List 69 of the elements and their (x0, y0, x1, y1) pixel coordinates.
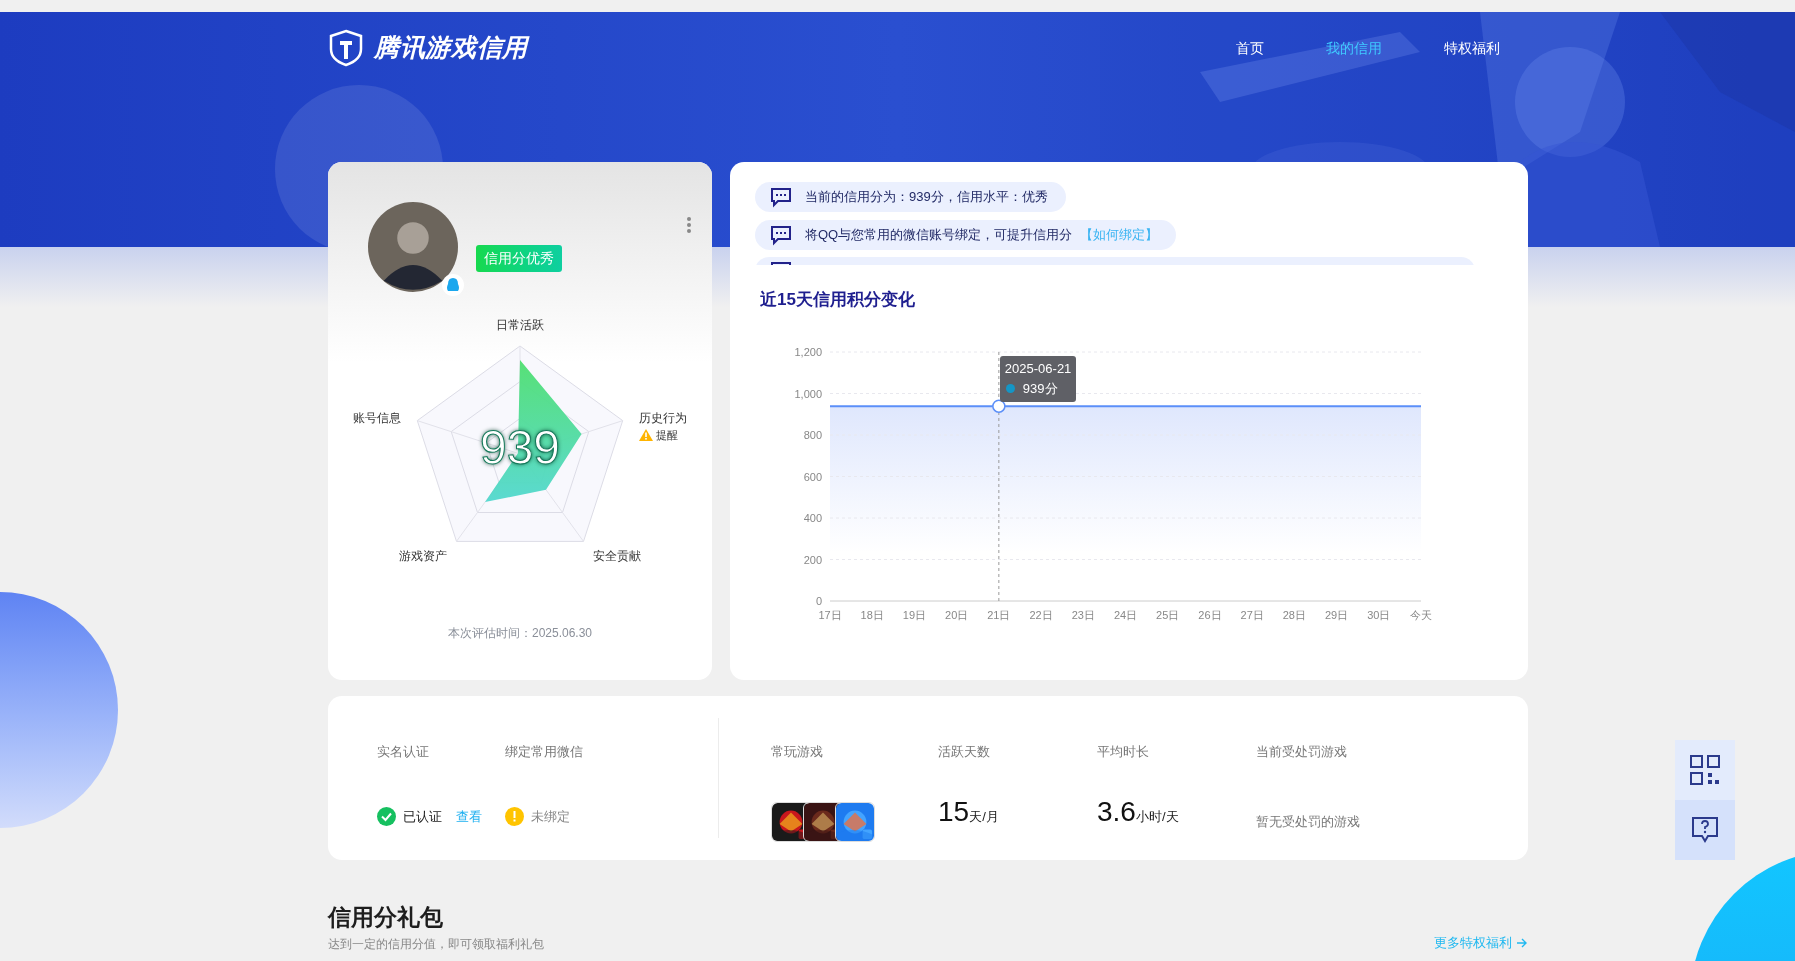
message-text: 当前的信用分为：939分，信用水平：优秀 (805, 188, 1048, 207)
y-tick-label: 1,200 (794, 345, 822, 358)
y-tick-label: 800 (803, 428, 822, 441)
qr-code-button[interactable] (1675, 740, 1735, 800)
x-tick-label: 28日 (1282, 608, 1306, 621)
shield-logo-icon (328, 29, 364, 67)
chat-icon (769, 224, 793, 246)
x-tick-label: 24日 (1113, 608, 1138, 621)
credit-badge: 信用分优秀 (476, 245, 562, 272)
y-tick-label: 200 (803, 553, 822, 565)
axis-label: 账号信息 (353, 410, 401, 427)
message-text: 将QQ与您常用的微信账号绑定，可提升信用分 (805, 226, 1073, 245)
more-link[interactable]: 更多特权福利 (1434, 933, 1528, 953)
stat-label: 平均时长 (1097, 743, 1150, 761)
axis-label: 历史行为 (639, 410, 687, 427)
arrow-right-icon (1516, 936, 1528, 949)
y-tick-label: 600 (803, 470, 822, 482)
x-tick-label: 今天 (1410, 608, 1432, 621)
help-icon (1690, 815, 1720, 845)
help-link[interactable]: 【如何绑定】 (1080, 225, 1159, 245)
axis-label: 日常活跃 (495, 317, 545, 334)
x-tick-label: 25日 (1156, 608, 1180, 621)
stat-label: 当前受处罚游戏 (1256, 743, 1348, 761)
y-tick-label: 0 (815, 594, 822, 607)
x-tick-label: 22日 (1029, 608, 1053, 621)
section-title: 信用分礼包 (328, 903, 444, 932)
nav-link[interactable]: 特权福利 (1444, 37, 1500, 59)
status-text: 已认证 (403, 807, 442, 826)
qr-code-icon (1688, 753, 1722, 787)
stat-value: 15 (938, 797, 970, 826)
view-link[interactable]: 查看 (456, 806, 482, 826)
help-button[interactable] (1675, 800, 1735, 860)
evaluation-time: 本次评估时间：2025.06.30 (447, 625, 593, 642)
stat-unit: 天/月 (969, 807, 999, 826)
x-tick-label: 27日 (1240, 608, 1264, 621)
penguin-icon (442, 274, 464, 296)
more-icon[interactable] (686, 216, 692, 234)
axis-label: 安全贡献 (593, 548, 641, 565)
stat-value: 暂无受处罚的游戏 (1256, 812, 1360, 831)
x-tick-label: 29日 (1324, 608, 1349, 621)
x-tick-label: 23日 (1071, 608, 1095, 621)
tooltip-date: 2025-06-21 (1004, 359, 1072, 378)
chart-title: 近15天信用积分变化 (760, 289, 916, 311)
status-text: 未绑定 (531, 807, 570, 826)
status-label: 实名认证 (377, 743, 430, 761)
x-tick-label: 18日 (860, 608, 884, 621)
section-subtitle: 达到一定的信用分值，即可领取福利礼包 (328, 935, 544, 953)
axis-label: 游戏资产 (399, 548, 447, 565)
x-tick-label: 17日 (818, 608, 842, 621)
stat-label: 常玩游戏 (771, 743, 824, 761)
stat-value: 3.6 (1097, 797, 1136, 826)
alert-text: 提醒 (656, 428, 678, 443)
nav-link[interactable]: 首页 (1236, 37, 1264, 59)
x-tick-label: 30日 (1367, 608, 1391, 621)
y-tick-label: 1,000 (794, 387, 822, 399)
nav-link[interactable]: 我的信用 (1326, 37, 1382, 59)
y-tick-label: 400 (803, 511, 822, 524)
x-tick-label: 20日 (945, 608, 969, 621)
stat-label: 活跃天数 (938, 743, 991, 761)
point-marker (992, 398, 1006, 413)
x-tick-label: 26日 (1198, 608, 1222, 621)
x-tick-label: 19日 (902, 608, 927, 621)
stat-unit: 小时/天 (1135, 808, 1179, 826)
x-tick-label: 21日 (987, 608, 1011, 621)
logo-text: 腾讯游戏信用 (374, 32, 528, 64)
warning-icon (639, 429, 653, 442)
status-label: 绑定常用微信 (505, 743, 583, 761)
chat-icon (769, 186, 793, 208)
tooltip-value: 939分 (1022, 379, 1058, 398)
